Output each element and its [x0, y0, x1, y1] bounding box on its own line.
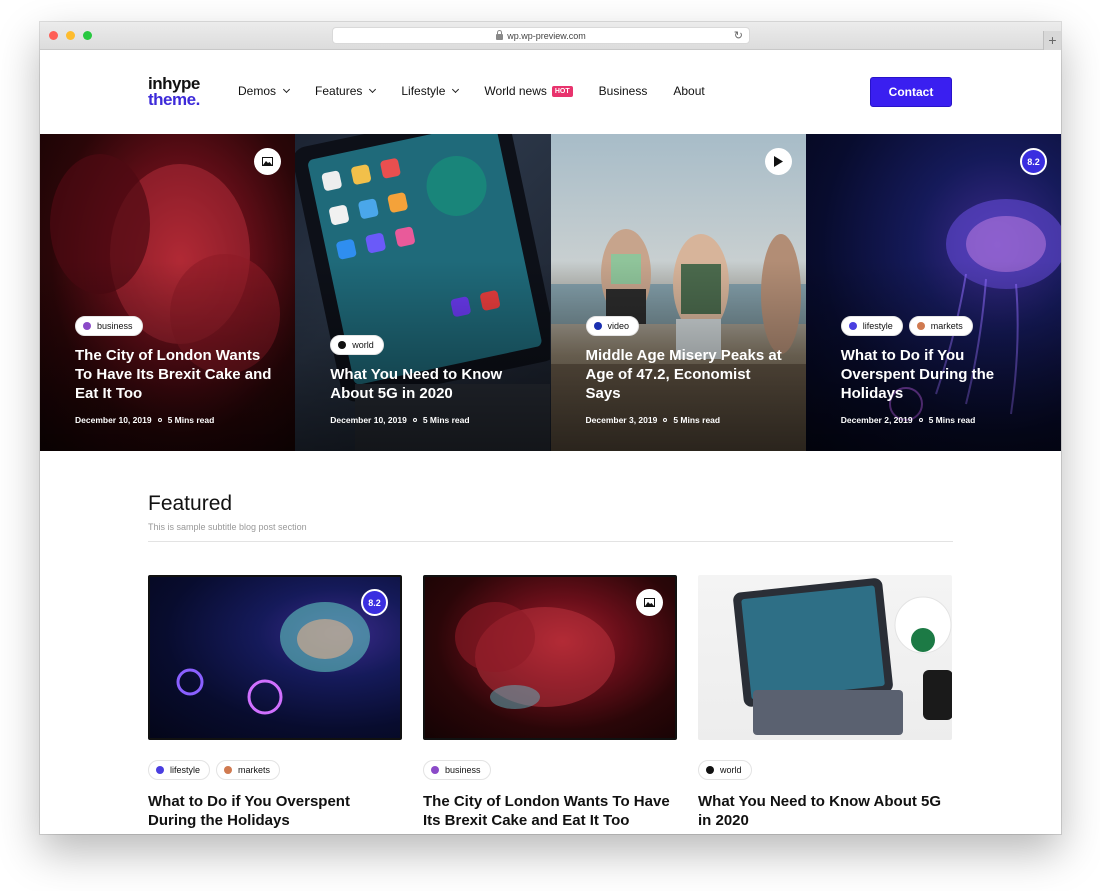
address-bar[interactable]: wp.wp-preview.com ↻ [332, 27, 750, 44]
url-text: wp.wp-preview.com [507, 30, 586, 41]
main-nav: Demos Features Lifestyle World news HOT B… [238, 84, 731, 98]
post-title[interactable]: The City of London Wants To Have Its Bre… [423, 792, 677, 830]
browser-titlebar: wp.wp-preview.com ↻ + [40, 22, 1061, 50]
nav-item-features[interactable]: Features [315, 84, 377, 98]
post-meta: December 2, 2019 5 Mins read [840, 415, 976, 425]
post-title[interactable]: What You Need to Know About 5G in 2020 [698, 792, 952, 830]
category-tag[interactable]: markets [908, 316, 973, 336]
post-title[interactable]: What to Do if You Overspent During the H… [148, 792, 402, 830]
post-thumbnail[interactable] [423, 575, 677, 740]
featured-post-card[interactable]: business The City of London Wants To Hav… [423, 575, 677, 830]
lock-icon [496, 29, 504, 40]
post-thumbnail[interactable]: 8.2 [148, 575, 402, 740]
post-title[interactable]: The City of London Wants To Have Its Bre… [75, 346, 275, 403]
hot-badge: HOT [551, 85, 573, 97]
category-tag[interactable]: business [423, 760, 491, 780]
hero-post-card[interactable]: 8.2 lifestyle markets What to Do if You … [805, 134, 1061, 451]
contact-button[interactable]: Contact [870, 77, 952, 107]
new-tab-button[interactable]: + [1043, 31, 1061, 50]
category-tag[interactable]: lifestyle [840, 316, 903, 336]
nav-item-about[interactable]: About [673, 84, 704, 98]
image-format-icon [636, 589, 663, 616]
post-meta: December 10, 2019 5 Mins read [330, 415, 470, 425]
nav-item-demos[interactable]: Demos [238, 84, 291, 98]
browser-window: wp.wp-preview.com ↻ + inhype theme. Demo… [40, 22, 1061, 834]
hero-post-card[interactable]: business The City of London Wants To Hav… [40, 134, 296, 451]
category-tag[interactable]: markets [216, 760, 281, 780]
category-tag[interactable]: business [75, 316, 143, 336]
category-tag[interactable]: lifestyle [148, 760, 211, 780]
featured-post-card[interactable]: world What You Need to Know About 5G in … [698, 575, 952, 830]
score-badge: 8.2 [361, 589, 388, 616]
featured-post-card[interactable]: 8.2 lifestyle markets What to Do if You … [148, 575, 402, 830]
nav-item-world-news[interactable]: World news HOT [484, 84, 573, 98]
chevron-down-icon [369, 85, 377, 94]
close-window-button[interactable] [49, 31, 58, 40]
hero-slider: business The City of London Wants To Hav… [40, 134, 1061, 451]
hero-post-card[interactable]: video Middle Age Misery Peaks at Age of … [550, 134, 806, 451]
chevron-down-icon [282, 85, 291, 94]
nav-item-business[interactable]: Business [599, 84, 648, 98]
nav-item-lifestyle[interactable]: Lifestyle [401, 84, 460, 98]
post-meta: December 10, 2019 5 Mins read [75, 415, 215, 425]
chevron-down-icon [452, 85, 460, 94]
featured-cards: 8.2 lifestyle markets What to Do if You … [148, 575, 953, 830]
category-tag[interactable]: world [698, 760, 752, 780]
site-header: inhype theme. Demos Features Lifestyle W… [40, 50, 1061, 134]
section-title: Featured [148, 492, 233, 515]
hero-post-card[interactable]: world What You Need to Know About 5G in … [295, 134, 551, 451]
category-tag[interactable]: world [330, 335, 384, 355]
post-title[interactable]: Middle Age Misery Peaks at Age of 47.2, … [586, 346, 786, 403]
category-tag[interactable]: video [585, 316, 640, 336]
zoom-window-button[interactable] [83, 31, 92, 40]
site-logo[interactable]: inhype theme. [148, 75, 200, 108]
post-thumbnail[interactable] [698, 575, 952, 740]
reload-icon[interactable]: ↻ [734, 29, 743, 42]
post-title[interactable]: What to Do if You Overspent During the H… [841, 346, 1041, 403]
section-subtitle: This is sample subtitle blog post sectio… [148, 522, 307, 532]
play-icon[interactable] [764, 148, 792, 175]
score-badge: 8.2 [1020, 148, 1047, 175]
post-meta: December 3, 2019 5 Mins read [585, 415, 721, 425]
divider [148, 541, 953, 542]
minimize-window-button[interactable] [66, 31, 75, 40]
post-title[interactable]: What You Need to Know About 5G in 2020 [330, 365, 530, 403]
featured-section-header: Featured This is sample subtitle blog po… [148, 492, 953, 542]
